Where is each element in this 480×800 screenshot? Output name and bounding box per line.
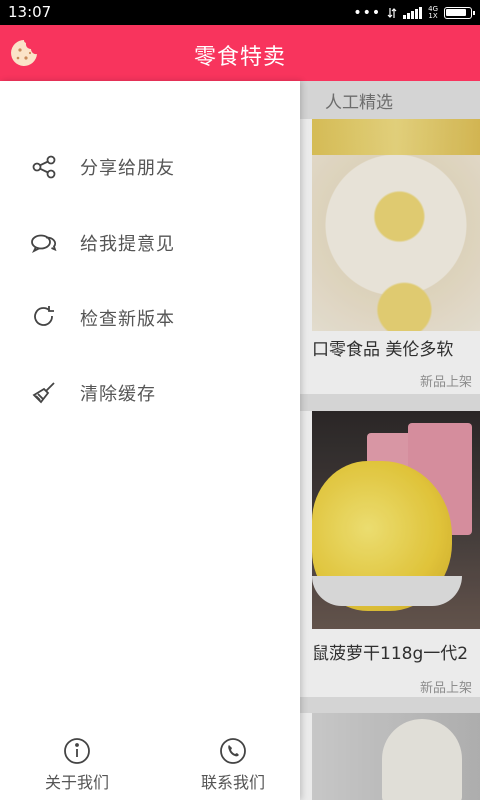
- navigation-drawer: 分享给朋友 给我提意见 检查新版本 清除缓存 关于我们 联系我们: [0, 81, 300, 800]
- menu-item-label: 分享给朋友: [80, 158, 175, 179]
- page-title: 零食特卖: [193, 45, 286, 70]
- menu-item-check-update[interactable]: 检查新版本: [0, 290, 300, 346]
- network-type-label: 4G 1X: [428, 5, 438, 20]
- more-notifications-icon: •••: [353, 5, 382, 21]
- menu-item-label: 清除缓存: [80, 384, 156, 405]
- share-icon: [28, 151, 60, 183]
- contact-us-label: 联系我们: [200, 773, 265, 792]
- broom-icon: [28, 377, 60, 409]
- menu-item-clear-cache[interactable]: 清除缓存: [0, 365, 300, 421]
- menu-item-share[interactable]: 分享给朋友: [0, 139, 300, 195]
- status-bar: 13:07 ••• 4G 1X: [0, 0, 480, 25]
- status-icons: ••• 4G 1X: [353, 4, 475, 22]
- drawer-scrim[interactable]: [297, 81, 480, 800]
- menu-item-label: 检查新版本: [80, 309, 175, 330]
- info-icon: [63, 737, 91, 765]
- about-us-button[interactable]: 关于我们: [17, 737, 137, 793]
- about-us-label: 关于我们: [44, 773, 109, 792]
- battery-icon: [444, 7, 475, 19]
- contact-us-button[interactable]: 联系我们: [173, 737, 293, 793]
- signal-strength-icon: [403, 7, 423, 19]
- menu-item-label: 给我提意见: [80, 234, 175, 255]
- data-transfer-icon: [387, 8, 397, 18]
- phone-icon: [219, 737, 247, 765]
- menu-item-feedback[interactable]: 给我提意见: [0, 215, 300, 271]
- chat-bubbles-icon: [28, 227, 60, 259]
- status-time: 13:07: [8, 3, 52, 21]
- refresh-icon: [28, 302, 60, 334]
- app-bar: 零食特卖: [0, 25, 480, 81]
